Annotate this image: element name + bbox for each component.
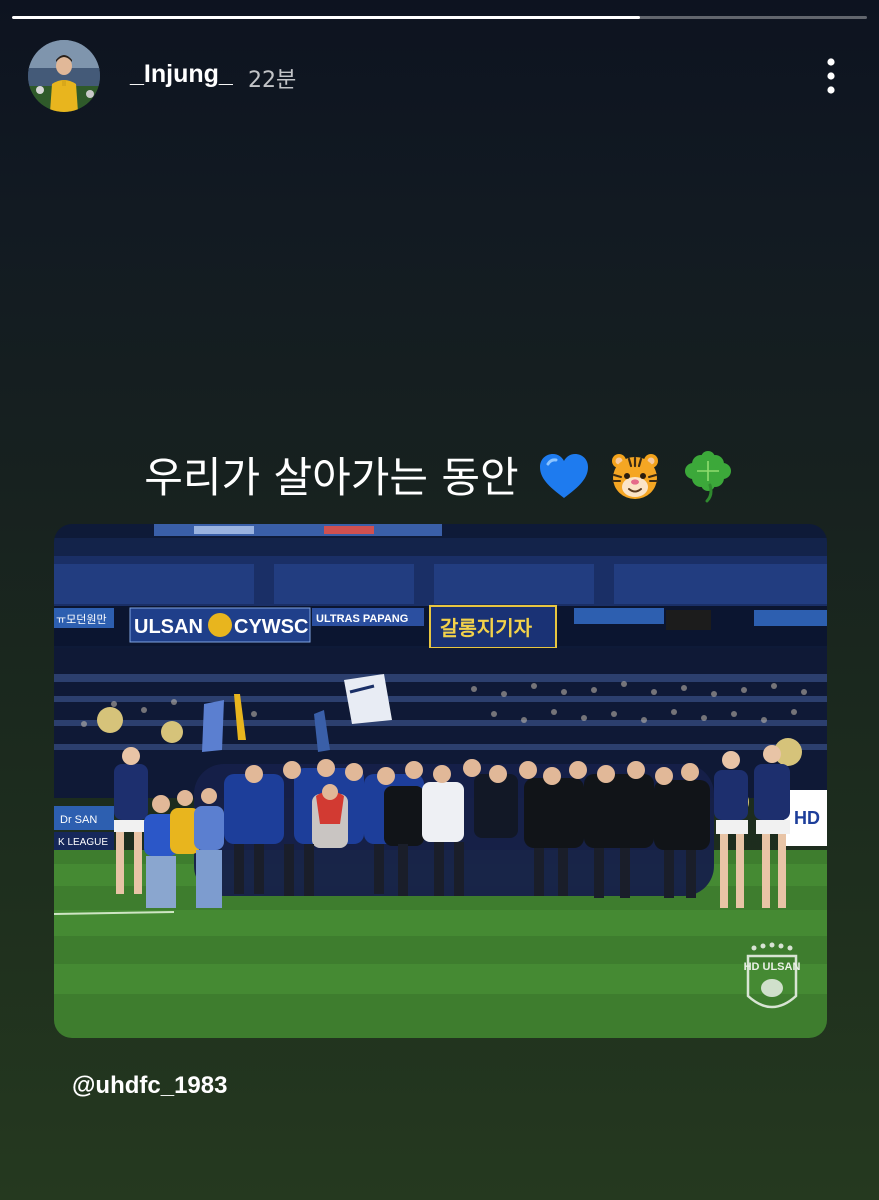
avatar-image bbox=[28, 40, 100, 112]
story-progress-bar bbox=[12, 16, 867, 19]
four-leaf-clover-icon bbox=[681, 449, 735, 513]
story-header: _Injung_ 22분 bbox=[28, 40, 851, 114]
team-photo-image: ㅠ모던원만 ULSAN CYWSC ULTRAS PAPANG 갈롱지기자 Dr… bbox=[54, 524, 827, 1038]
banner-small-left-text: ㅠ모던원만 bbox=[56, 613, 107, 626]
username[interactable]: _Injung_ bbox=[130, 60, 233, 89]
board-right-text: HD bbox=[794, 808, 820, 828]
banner-ulsan-text: ULSAN bbox=[134, 616, 203, 638]
story-caption: 우리가 살아가는 동안 bbox=[0, 444, 879, 513]
more-vertical-icon bbox=[827, 58, 835, 94]
tiger-face-icon bbox=[609, 451, 661, 511]
avatar[interactable] bbox=[28, 40, 100, 112]
team-photo: ㅠ모던원만 ULSAN CYWSC ULTRAS PAPANG 갈롱지기자 Dr… bbox=[54, 524, 827, 1038]
caption-text: 우리가 살아가는 동안 bbox=[144, 453, 519, 502]
board-left-text: Dr SAN bbox=[60, 814, 97, 826]
banner-cywsc-text: CYWSC bbox=[234, 616, 308, 638]
blue-heart-icon bbox=[538, 452, 590, 510]
more-options-button[interactable] bbox=[821, 54, 841, 98]
story-progress-fill bbox=[12, 16, 641, 19]
post-timestamp: 22분 bbox=[248, 68, 297, 93]
banner-ultras-text: ULTRAS PAPANG bbox=[316, 613, 408, 625]
board-k-league-text: K LEAGUE bbox=[58, 837, 108, 848]
mention-link[interactable]: @uhdfc_1983 bbox=[72, 1072, 227, 1100]
banner-center-text: 갈롱지기자 bbox=[440, 616, 533, 640]
crest-text: HD ULSAN bbox=[744, 961, 801, 973]
